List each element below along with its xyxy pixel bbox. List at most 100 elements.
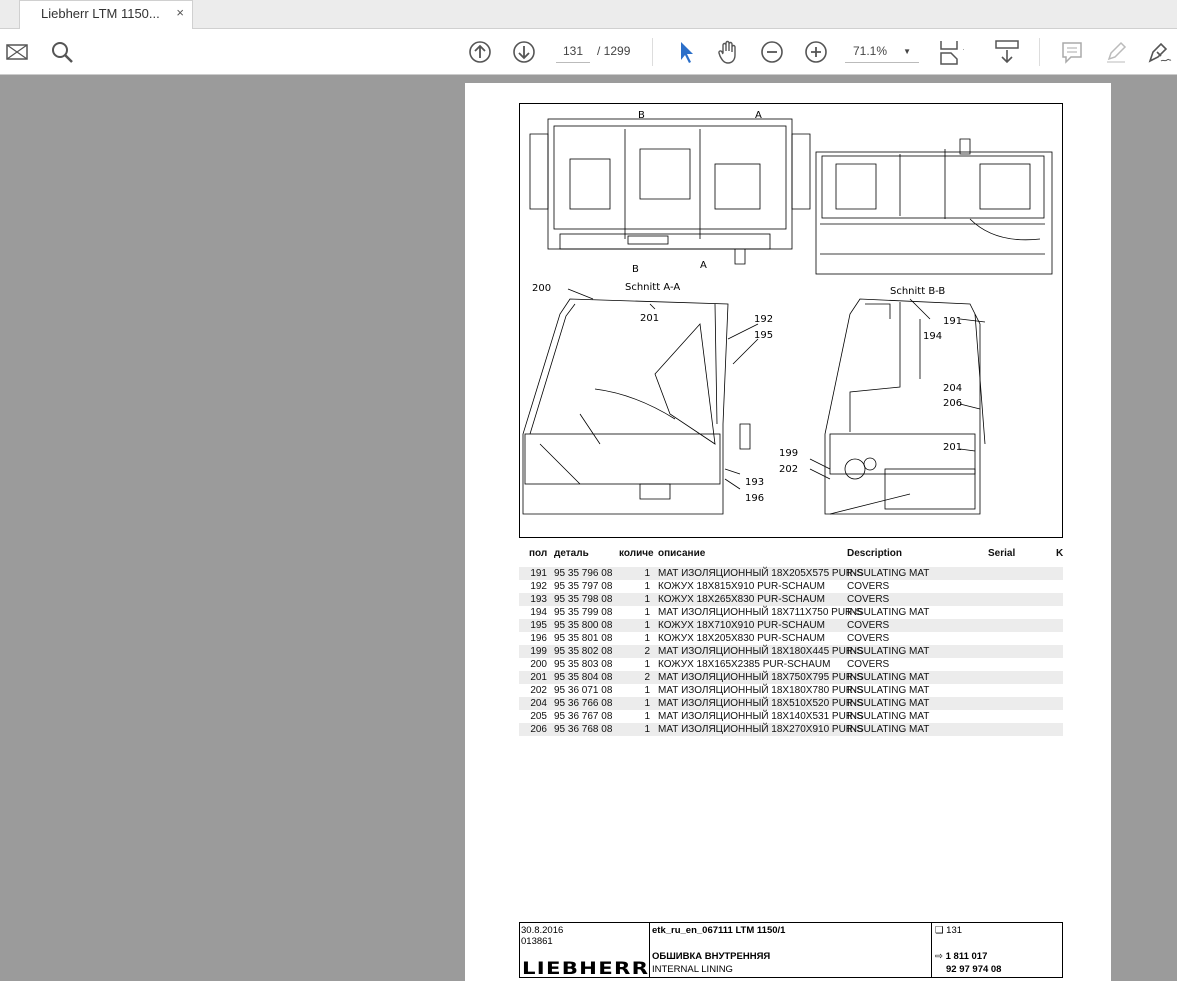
callout-196: 196	[745, 493, 764, 504]
zoom-in-icon[interactable]	[803, 39, 829, 65]
cell-qty: 1	[644, 607, 650, 618]
cell-pos: 202	[530, 685, 547, 696]
close-tab-icon[interactable]: ×	[176, 5, 184, 20]
cell-part-number: 95 35 798 08	[554, 594, 613, 605]
cell-qty: 2	[644, 672, 650, 683]
select-tool-icon[interactable]	[672, 39, 698, 65]
arrow-icon: ⇨	[935, 951, 946, 962]
cell-qty: 1	[644, 581, 650, 592]
cell-desc-en: COVERS	[847, 633, 890, 644]
reference-2: 92 97 974 08	[946, 964, 1002, 975]
fit-page-icon[interactable]	[938, 39, 964, 65]
reference-1: 1 811 017	[945, 951, 988, 962]
page-icon: ❑	[935, 925, 947, 936]
comment-icon[interactable]	[1059, 39, 1085, 65]
cell-part-number: 95 35 797 08	[554, 581, 613, 592]
cell-desc-ru: КОЖУХ 18X205X830 PUR-SCHAUM	[658, 633, 825, 644]
table-row: 205 95 36 767 08 1 МАТ ИЗОЛЯЦИОННЫЙ 18X140X…	[519, 710, 1063, 723]
cell-pos: 192	[530, 581, 547, 592]
header-part: деталь	[554, 548, 589, 559]
zoom-value: 71.1%	[853, 44, 888, 58]
divider	[652, 38, 653, 66]
cell-qty: 1	[644, 594, 650, 605]
header-serial: Serial	[988, 548, 1016, 559]
zoom-level-select[interactable]: 71.1% ▼	[845, 44, 919, 63]
zoom-out-icon[interactable]	[759, 39, 785, 65]
cell-part-number: 95 35 799 08	[554, 607, 613, 618]
document-tab[interactable]: Liebherr LTM 1150... ×	[19, 0, 193, 30]
cell-desc-ru: КОЖУХ 18X815X910 PUR-SCHAUM	[658, 581, 825, 592]
next-page-icon[interactable]	[511, 39, 537, 65]
label-b-bottom: B	[632, 264, 639, 275]
cell-desc-en: INSULATING MAT	[847, 698, 930, 709]
cell-desc-en: INSULATING MAT	[847, 568, 930, 579]
cell-pos: 206	[530, 724, 547, 735]
label-a-bottom: A	[700, 260, 707, 271]
header-qty: количе	[619, 548, 654, 559]
divider	[1039, 38, 1040, 66]
chevron-down-icon: ▼	[903, 47, 911, 56]
hand-tool-icon[interactable]	[715, 39, 741, 65]
cell-desc-ru: МАТ ИЗОЛЯЦИОННЫЙ 18X180X780 PUR-S	[658, 685, 864, 696]
callout-201-bb: 201	[943, 442, 962, 453]
page-number-input[interactable]: 131	[556, 44, 590, 63]
cell-desc-en: INSULATING MAT	[847, 646, 930, 657]
cell-pos: 205	[530, 711, 547, 722]
section-bb-title: Schnitt B-B	[890, 286, 945, 297]
cell-part-number: 95 35 796 08	[554, 568, 613, 579]
cell-desc-ru: МАТ ИЗОЛЯЦИОННЫЙ 18X510X520 PUR-S	[658, 698, 864, 709]
callout-193: 193	[745, 477, 764, 488]
label-b-top: B	[638, 110, 645, 121]
email-icon[interactable]	[4, 39, 30, 65]
cell-part-number: 95 36 768 08	[554, 724, 613, 735]
cell-pos: 199	[530, 646, 547, 657]
cell-pos: 201	[530, 672, 547, 683]
title-ru: ОБШИВКА ВНУТРЕННЯЯ	[652, 951, 771, 962]
cell-desc-en: COVERS	[847, 620, 890, 631]
cell-part-number: 95 36 071 08	[554, 685, 613, 696]
sign-pen-icon[interactable]	[1147, 39, 1173, 65]
previous-page-icon[interactable]	[467, 39, 493, 65]
cell-pos: 200	[530, 659, 547, 670]
table-row: 195 95 35 800 08 1 КОЖУХ 18X710X910 PUR-SCH…	[519, 619, 1063, 632]
cell-pos: 204	[530, 698, 547, 709]
callout-200: 200	[532, 283, 551, 294]
label-a-top: A	[755, 110, 762, 121]
cell-desc-en: INSULATING MAT	[847, 724, 930, 735]
cell-desc-ru: КОЖУХ 18X265X830 PUR-SCHAUM	[658, 594, 825, 605]
callout-201: 201	[640, 313, 659, 324]
pdf-page: B A B A Schnitt A-A Schnitt B-B 200 201 …	[465, 83, 1111, 981]
cell-qty: 1	[644, 685, 650, 696]
cell-desc-en: COVERS	[847, 594, 890, 605]
table-row: 191 95 35 796 08 1 МАТ ИЗОЛЯЦИОННЫЙ 18X205X…	[519, 567, 1063, 580]
cell-desc-ru: МАТ ИЗОЛЯЦИОННЫЙ 18X270X910 PUR-S	[658, 724, 864, 735]
cell-qty: 1	[644, 659, 650, 670]
cell-part-number: 95 36 767 08	[554, 711, 613, 722]
highlight-icon[interactable]	[1103, 39, 1129, 65]
callout-204: 204	[943, 383, 962, 394]
cell-desc-en: INSULATING MAT	[847, 672, 930, 683]
cell-desc-ru: МАТ ИЗОЛЯЦИОННЫЙ 18X205X575 PUR-S	[658, 568, 864, 579]
tab-title: Liebherr LTM 1150...	[41, 6, 160, 21]
cell-qty: 1	[644, 698, 650, 709]
cell-pos: 191	[530, 568, 547, 579]
scroll-mode-icon[interactable]	[994, 39, 1020, 65]
cell-desc-ru: КОЖУХ 18X165X2385 PUR-SCHAUM	[658, 659, 831, 670]
cell-desc-ru: МАТ ИЗОЛЯЦИОННЫЙ 18X750X795 PUR-S	[658, 672, 864, 683]
cell-pos: 196	[530, 633, 547, 644]
cell-pos: 193	[530, 594, 547, 605]
cell-qty: 1	[644, 633, 650, 644]
table-row: 200 95 35 803 08 1 КОЖУХ 18X165X2385 PUR-SC…	[519, 658, 1063, 671]
callout-195: 195	[754, 330, 773, 341]
page-total: / 1299	[597, 44, 631, 58]
callout-191: 191	[943, 316, 962, 327]
cell-desc-en: COVERS	[847, 581, 890, 592]
liebherr-logo: LIEBHERR	[522, 959, 650, 979]
search-icon[interactable]	[49, 39, 75, 65]
callout-202: 202	[779, 464, 798, 475]
title-block: 30.8.2016 013861 LIEBHERR etk_ru_en_0671…	[519, 922, 1063, 979]
cell-desc-en: COVERS	[847, 659, 890, 670]
cell-desc-en: INSULATING MAT	[847, 711, 930, 722]
table-row: 193 95 35 798 08 1 КОЖУХ 18X265X830 PUR-SCH…	[519, 593, 1063, 606]
table-row: 201 95 35 804 08 2 МАТ ИЗОЛЯЦИОННЫЙ 18X750X…	[519, 671, 1063, 684]
